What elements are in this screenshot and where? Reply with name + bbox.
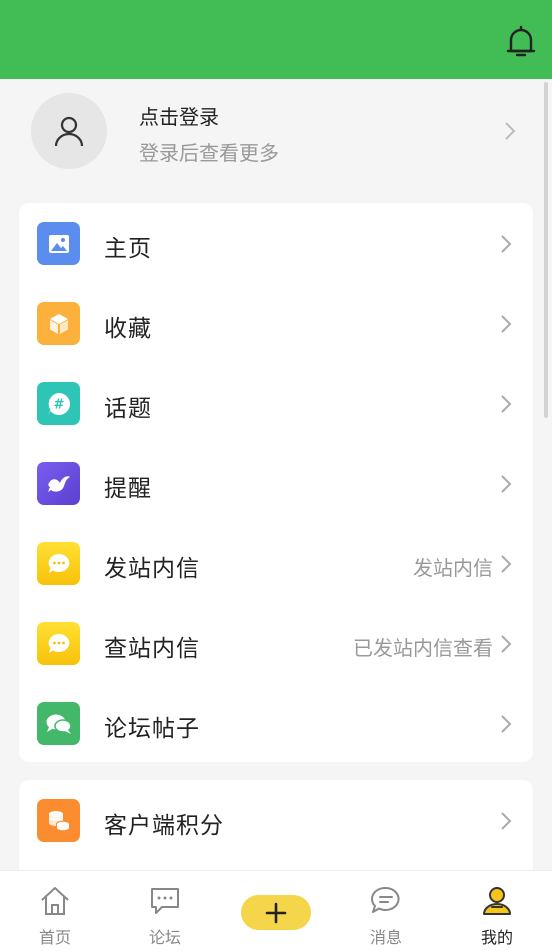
chevron-right-icon — [500, 314, 512, 334]
menu-item-label: 发站内信 — [104, 556, 200, 582]
tab-me[interactable]: 我的 — [442, 871, 552, 951]
bird-icon — [37, 462, 80, 505]
menu-item-client-points[interactable]: 客户端积分 — [19, 780, 533, 860]
chevron-right-icon — [500, 811, 512, 831]
chevron-right-icon — [500, 234, 512, 254]
coins-icon — [37, 799, 80, 842]
menu-item-forum-posts[interactable]: 论坛帖子 — [19, 683, 533, 763]
menu-item-home[interactable]: 主页 — [19, 203, 533, 283]
chevron-right-icon — [504, 121, 516, 141]
tab-messages[interactable]: 消息 — [331, 871, 441, 951]
tab-label: 论坛 — [148, 928, 181, 947]
svg-text:#: # — [53, 397, 64, 412]
chevron-right-icon — [500, 394, 512, 414]
menu-card-2: 客户端积分 — [19, 780, 533, 880]
chevron-right-icon — [500, 634, 512, 654]
menu-item-view-messages[interactable]: 查站内信 已发站内信查看 — [19, 603, 533, 683]
top-bar — [0, 0, 552, 79]
menu-item-send-message[interactable]: 发站内信 发站内信 — [19, 523, 533, 603]
menu-item-label: 话题 — [104, 396, 152, 422]
bell-icon[interactable] — [506, 24, 536, 60]
image-icon — [37, 222, 80, 265]
tab-label: 首页 — [38, 928, 71, 947]
menu-card: 主页 收藏 # 话题 提醒 发站内信 发站内信 查站内信 已发站内信查看 论坛帖… — [19, 203, 533, 762]
login-subtitle: 登录后查看更多 — [139, 141, 279, 165]
bottom-tab-bar: 首页 论坛 消息 我的 — [0, 870, 552, 951]
menu-item-reminders[interactable]: 提醒 — [19, 443, 533, 523]
tab-home[interactable]: 首页 — [0, 871, 110, 951]
menu-item-favorites[interactable]: 收藏 — [19, 283, 533, 363]
forum-icon — [148, 885, 182, 917]
profile-login[interactable]: 点击登录 登录后查看更多 — [0, 79, 552, 189]
hashtag-chat-icon: # — [37, 382, 80, 425]
menu-item-extra: 发站内信 — [413, 556, 493, 580]
box-icon — [37, 302, 80, 345]
menu-item-extra: 已发站内信查看 — [353, 636, 493, 660]
menu-item-label: 客户端积分 — [104, 813, 224, 839]
menu-item-label: 主页 — [104, 236, 152, 262]
me-icon — [480, 885, 514, 917]
menu-item-label: 查站内信 — [104, 636, 200, 662]
menu-item-label: 收藏 — [104, 316, 152, 342]
scrollbar[interactable] — [544, 82, 548, 418]
tab-label: 消息 — [369, 928, 402, 947]
chevron-right-icon — [500, 554, 512, 574]
chevron-right-icon — [500, 474, 512, 494]
login-prompt[interactable]: 点击登录 — [139, 101, 219, 130]
post-plus-button[interactable] — [241, 895, 311, 930]
menu-item-topics[interactable]: # 话题 — [19, 363, 533, 443]
menu-item-label: 论坛帖子 — [104, 716, 200, 742]
chevron-right-icon — [500, 714, 512, 734]
chat-bubbles-icon — [37, 702, 80, 745]
tab-forum[interactable]: 论坛 — [110, 871, 220, 951]
avatar[interactable] — [31, 93, 107, 169]
message-bubble-icon — [37, 542, 80, 585]
user-icon — [54, 116, 84, 147]
home-icon — [38, 885, 72, 917]
message-icon — [369, 885, 403, 917]
tab-label: 我的 — [480, 928, 513, 947]
plus-icon — [265, 902, 287, 923]
message-bubble-icon — [37, 622, 80, 665]
menu-item-label: 提醒 — [104, 476, 152, 502]
